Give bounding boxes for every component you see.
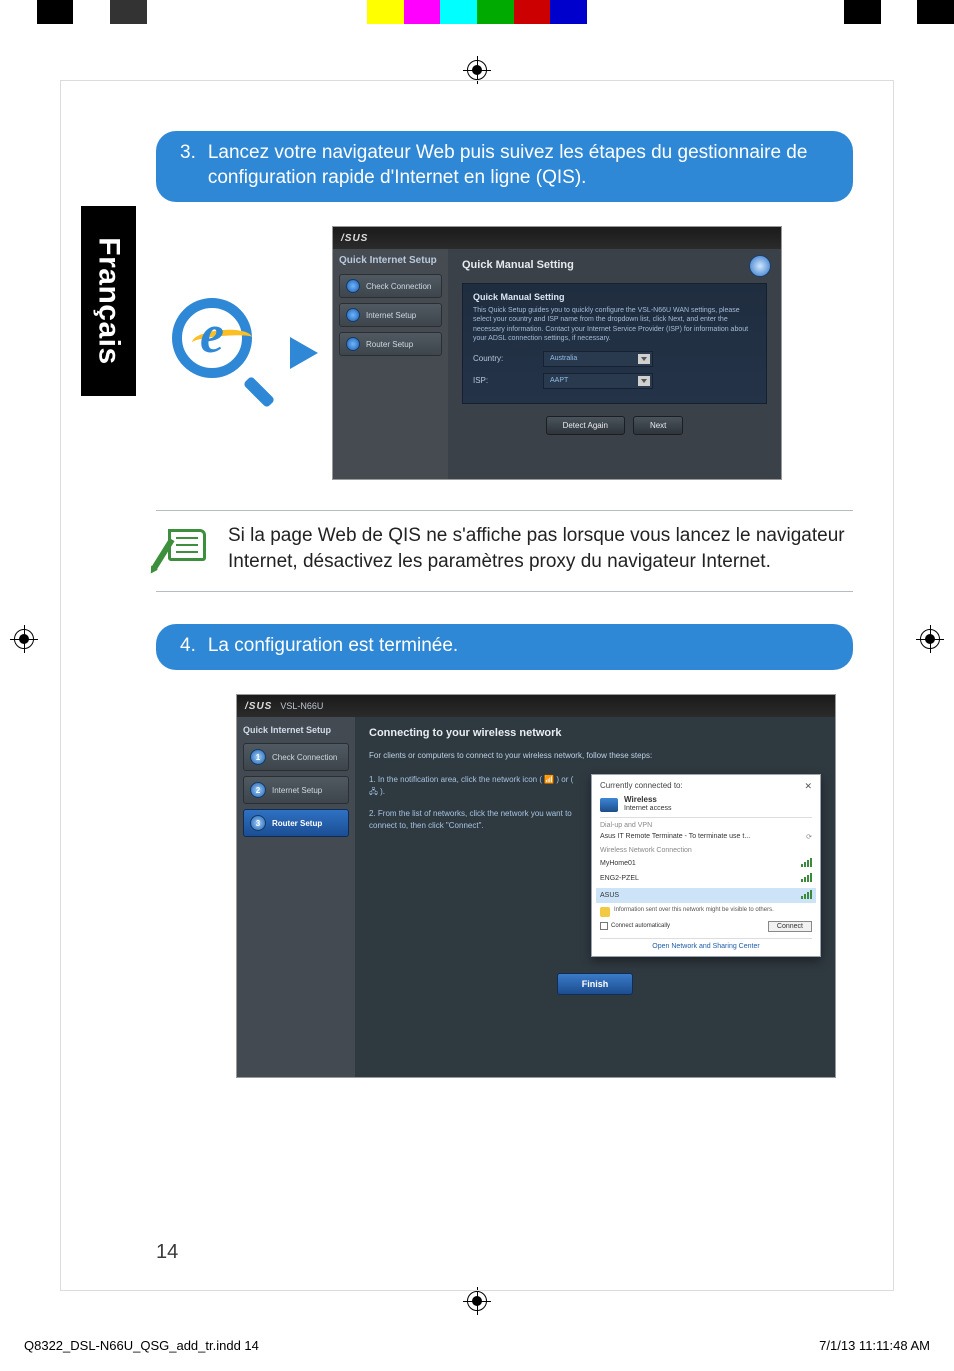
step-4-callout: 4. La configuration est terminée. — [156, 624, 853, 671]
sidebar-title: Quick Internet Setup — [339, 255, 442, 266]
panel-header: Quick Manual Setting — [462, 259, 767, 271]
isp-select[interactable]: AAPT — [543, 373, 653, 389]
registration-mark-icon — [463, 1287, 491, 1315]
step-3-callout: 3. Lancez votre navigateur Web puis suiv… — [156, 131, 853, 202]
country-select[interactable]: Australia — [543, 351, 653, 367]
page-number: 14 — [156, 1241, 178, 1264]
warning-text: Information sent over this network might… — [614, 907, 774, 913]
browser-magnifier-icon: e — [166, 298, 276, 408]
auto-connect-checkbox[interactable]: Connect automatically — [600, 922, 670, 930]
network-item[interactable]: MyHome01 — [600, 856, 812, 871]
detect-again-button[interactable]: Detect Again — [546, 416, 625, 435]
page-frame: Français 3. Lancez votre navigateur Web … — [60, 80, 894, 1291]
signal-bars-icon — [800, 858, 812, 869]
note-icon — [158, 529, 206, 569]
panel-header: Connecting to your wireless network — [369, 727, 821, 739]
warning-icon — [600, 907, 610, 917]
brand-logo: /SUS — [245, 701, 272, 712]
close-icon[interactable]: ✕ — [804, 781, 812, 792]
globe-icon — [749, 255, 771, 277]
sidebar-item-check-connection[interactable]: 1Check Connection — [243, 743, 349, 771]
note-text: Si la page Web de QIS ne s'affiche pas l… — [228, 523, 853, 574]
finish-button[interactable]: Finish — [557, 973, 634, 995]
network-item[interactable]: ENG2-PZEL — [600, 871, 812, 886]
country-label: Country: — [473, 354, 543, 363]
divider — [156, 591, 853, 592]
sidebar-item-router-setup[interactable]: 3Router Setup — [243, 809, 349, 837]
registration-mark-icon — [10, 625, 38, 653]
network-item[interactable]: Asus IT Remote Terminate - To terminate … — [600, 831, 812, 843]
panel-title: Quick Manual Setting — [473, 292, 756, 302]
sidebar-item-internet-setup[interactable]: 2Internet Setup — [243, 776, 349, 804]
step-2-text: 2. From the list of networks, click the … — [369, 808, 577, 832]
signal-bars-icon — [800, 873, 812, 884]
step-number: 3. — [180, 141, 196, 190]
panel-description: This Quick Setup guides you to quickly c… — [473, 306, 756, 342]
model-label: VSL-N66U — [280, 701, 323, 711]
qis-screenshot-1: /SUS Quick Internet Setup Check Connecti… — [332, 226, 782, 480]
category-label: Wireless Network Connection — [600, 847, 812, 854]
open-network-center-link[interactable]: Open Network and Sharing Center — [600, 938, 812, 950]
step-text: La configuration est terminée. — [208, 634, 458, 659]
qis-screenshot-2: /SUS VSL-N66U Quick Internet Setup 1Chec… — [236, 694, 836, 1078]
step-number: 4. — [180, 634, 196, 659]
registration-mark-icon — [916, 625, 944, 653]
next-button[interactable]: Next — [633, 416, 683, 435]
divider — [156, 510, 853, 511]
sidebar-item-router-setup[interactable]: Router Setup — [339, 332, 442, 356]
print-footer: Q8322_DSL-N66U_QSG_add_tr.indd 14 7/1/13… — [0, 1338, 954, 1353]
brand-logo: /SUS — [341, 233, 368, 244]
footer-document-name: Q8322_DSL-N66U_QSG_add_tr.indd 14 — [24, 1338, 259, 1353]
language-tab: Français — [81, 206, 136, 396]
intro-text: For clients or computers to connect to y… — [369, 751, 821, 760]
isp-label: ISP: — [473, 376, 543, 385]
registration-color-bar — [0, 0, 954, 24]
wifi-connection-icon — [600, 798, 618, 812]
language-tab-label: Français — [92, 237, 126, 364]
step-1-text: 1. In the notification area, click the n… — [369, 774, 577, 798]
network-item-selected[interactable]: ASUS — [596, 888, 816, 903]
popup-title: Currently connected to: — [600, 781, 683, 790]
category-label: Dial-up and VPN — [600, 822, 812, 829]
wifi-popup: Currently connected to:✕ WirelessInterne… — [591, 774, 821, 956]
footer-timestamp: 7/1/13 11:11:48 AM — [819, 1338, 930, 1353]
arrow-right-icon — [290, 337, 318, 369]
step-text: Lancez votre navigateur Web puis suivez … — [208, 141, 829, 190]
sidebar-title: Quick Internet Setup — [243, 725, 349, 735]
connect-button[interactable]: Connect — [768, 921, 812, 932]
sidebar-item-check-connection[interactable]: Check Connection — [339, 274, 442, 298]
sidebar-item-internet-setup[interactable]: Internet Setup — [339, 303, 442, 327]
signal-bars-icon — [800, 890, 812, 901]
